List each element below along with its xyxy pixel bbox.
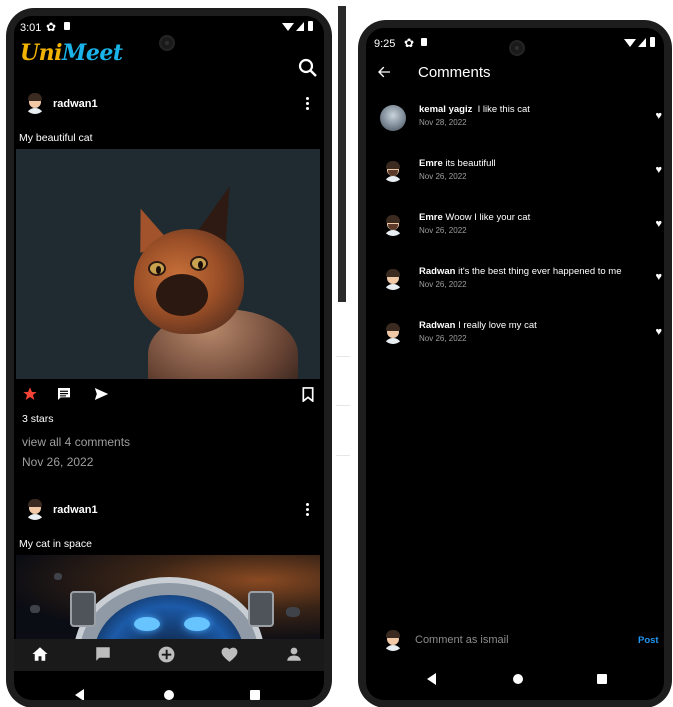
more-options-icon[interactable] [306, 97, 310, 111]
comment-item: Emre Woow I like your cat Nov 26, 2022 ♥ [378, 206, 664, 260]
recents-nav-icon[interactable] [250, 690, 260, 700]
post-image[interactable] [16, 149, 320, 379]
comment-input[interactable]: Comment as ismail [415, 634, 509, 646]
chat-icon[interactable] [94, 645, 112, 663]
screenshot-stage: 3:01 ✿ UniMeet radwan1 My beautiful cat [0, 0, 673, 707]
more-options-icon[interactable] [306, 503, 310, 517]
comment-date: Nov 26, 2022 [419, 226, 467, 235]
comment-text: Emre its beautifull [419, 158, 496, 169]
comment-author[interactable]: Emre [419, 212, 443, 223]
background-strip [338, 6, 346, 302]
like-heart-icon[interactable]: ♥ [655, 164, 662, 176]
post-username[interactable]: radwan1 [53, 98, 98, 110]
comment-body: I really love my cat [458, 320, 537, 331]
wifi-icon [624, 39, 636, 47]
stars-count: 3 stars [22, 413, 54, 425]
comment-body: it's the best thing ever happened to me [458, 266, 622, 277]
avatar[interactable] [382, 214, 404, 236]
comment-body: I like this cat [477, 104, 530, 115]
status-time: 3:01 [20, 22, 42, 34]
left-phone-frame: 3:01 ✿ UniMeet radwan1 My beautiful cat [6, 8, 332, 707]
right-phone-frame: 9:25 ✿ Comments kemal yagiz I like this … [358, 20, 672, 707]
status-time: 9:25 [374, 38, 396, 50]
person-icon[interactable] [285, 645, 303, 663]
app-logo: UniMeet [20, 40, 123, 66]
like-heart-icon[interactable]: ♥ [655, 110, 662, 122]
post-username[interactable]: radwan1 [53, 504, 98, 516]
comment-author[interactable]: Radwan [419, 320, 455, 331]
comment-date: Nov 26, 2022 [419, 280, 467, 289]
settings-icon: ✿ [46, 20, 57, 34]
comment-text: Emre Woow I like your cat [419, 212, 530, 223]
comment-author[interactable]: Radwan [419, 266, 455, 277]
comment-date: Nov 26, 2022 [419, 172, 467, 181]
recents-nav-icon[interactable] [597, 674, 607, 684]
avatar[interactable] [24, 92, 46, 114]
background-divider [336, 405, 350, 406]
page-title: Comments [418, 64, 491, 81]
status-bar: 3:01 ✿ [14, 16, 324, 38]
wifi-icon [282, 23, 294, 31]
signal-icon [296, 22, 304, 31]
comment-text: Radwan I really love my cat [419, 320, 537, 331]
comment-icon[interactable] [56, 386, 72, 402]
like-heart-icon[interactable]: ♥ [655, 326, 662, 338]
post-image[interactable] [16, 555, 320, 639]
avatar[interactable] [24, 498, 46, 520]
back-nav-icon[interactable] [427, 673, 436, 685]
back-nav-icon[interactable] [75, 689, 84, 700]
back-arrow-icon[interactable] [376, 64, 392, 80]
home-icon[interactable] [31, 645, 49, 663]
logo-part-meet: Meet [62, 40, 123, 66]
avatar[interactable] [382, 268, 404, 290]
background-divider [336, 356, 350, 357]
comment-item: kemal yagiz I like this cat Nov 28, 2022… [378, 98, 664, 152]
post-caption: My cat in space [19, 538, 92, 550]
send-icon[interactable] [93, 386, 110, 402]
sim-icon [421, 38, 427, 46]
status-bar: 9:25 ✿ [366, 32, 664, 54]
add-circle-icon[interactable] [157, 645, 176, 664]
comment-text: Radwan it's the best thing ever happened… [419, 266, 622, 277]
comment-body: its beautifull [445, 158, 496, 169]
comment-author[interactable]: Emre [419, 158, 443, 169]
comment-item: Radwan I really love my cat Nov 26, 2022… [378, 314, 664, 368]
comment-body: Woow I like your cat [445, 212, 531, 223]
bookmark-icon[interactable] [302, 387, 314, 402]
comment-author[interactable]: kemal yagiz [419, 104, 472, 115]
battery-icon [650, 37, 655, 47]
post-button[interactable]: Post [638, 635, 659, 646]
like-heart-icon[interactable]: ♥ [655, 218, 662, 230]
bottom-navigation [14, 639, 324, 671]
avatar[interactable] [382, 160, 404, 182]
signal-icon [638, 38, 646, 47]
settings-icon: ✿ [404, 36, 415, 50]
comment-item: Radwan it's the best thing ever happened… [378, 260, 664, 314]
like-heart-icon[interactable]: ♥ [655, 271, 662, 283]
star-icon[interactable] [22, 386, 38, 402]
comment-date: Nov 26, 2022 [419, 334, 467, 343]
logo-part-uni: Uni [20, 40, 63, 66]
current-user-avatar [382, 629, 404, 651]
comments-screen: 9:25 ✿ Comments kemal yagiz I like this … [366, 28, 664, 700]
comment-item: Emre its beautifull Nov 26, 2022 ♥ [378, 152, 664, 206]
post-date: Nov 26, 2022 [22, 455, 94, 469]
battery-icon [308, 21, 313, 31]
comment-text: kemal yagiz I like this cat [419, 104, 530, 115]
feed-screen: 3:01 ✿ UniMeet radwan1 My beautiful cat [14, 16, 324, 700]
avatar[interactable] [382, 322, 404, 344]
search-icon[interactable] [298, 58, 318, 78]
home-nav-icon[interactable] [513, 674, 523, 684]
heart-icon[interactable] [220, 645, 239, 663]
avatar[interactable] [380, 105, 406, 131]
sim-icon [64, 22, 70, 30]
comment-date: Nov 28, 2022 [419, 118, 467, 127]
post-caption: My beautiful cat [19, 132, 93, 144]
background-divider [336, 455, 350, 456]
home-nav-icon[interactable] [164, 690, 174, 700]
view-all-comments-link[interactable]: view all 4 comments [22, 435, 130, 449]
